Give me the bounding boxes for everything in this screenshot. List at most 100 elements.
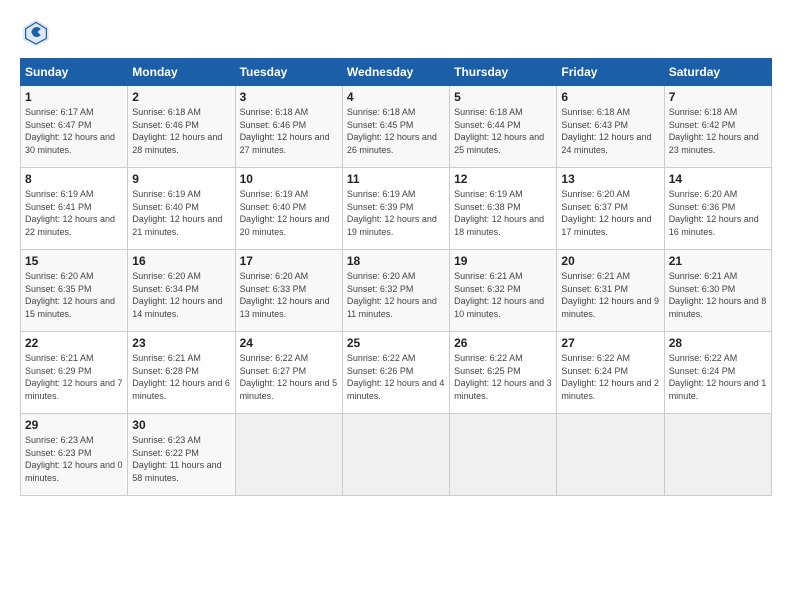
calendar-week-5: 29 Sunrise: 6:23 AMSunset: 6:23 PMDayligh…	[21, 414, 772, 496]
calendar-day: 17 Sunrise: 6:20 AMSunset: 6:33 PMDayligh…	[235, 250, 342, 332]
calendar-day	[664, 414, 771, 496]
day-number: 3	[240, 90, 338, 104]
calendar-day: 22 Sunrise: 6:21 AMSunset: 6:29 PMDayligh…	[21, 332, 128, 414]
day-number: 27	[561, 336, 659, 350]
day-number: 30	[132, 418, 230, 432]
day-detail: Sunrise: 6:18 AMSunset: 6:44 PMDaylight:…	[454, 106, 552, 156]
weekday-wednesday: Wednesday	[342, 59, 449, 86]
calendar-day	[450, 414, 557, 496]
day-number: 21	[669, 254, 767, 268]
day-number: 24	[240, 336, 338, 350]
day-detail: Sunrise: 6:21 AMSunset: 6:32 PMDaylight:…	[454, 270, 552, 320]
day-detail: Sunrise: 6:22 AMSunset: 6:24 PMDaylight:…	[561, 352, 659, 402]
calendar-day: 13 Sunrise: 6:20 AMSunset: 6:37 PMDayligh…	[557, 168, 664, 250]
calendar-day: 18 Sunrise: 6:20 AMSunset: 6:32 PMDayligh…	[342, 250, 449, 332]
day-number: 13	[561, 172, 659, 186]
day-detail: Sunrise: 6:20 AMSunset: 6:34 PMDaylight:…	[132, 270, 230, 320]
day-detail: Sunrise: 6:22 AMSunset: 6:26 PMDaylight:…	[347, 352, 445, 402]
day-detail: Sunrise: 6:19 AMSunset: 6:40 PMDaylight:…	[240, 188, 338, 238]
weekday-tuesday: Tuesday	[235, 59, 342, 86]
day-number: 20	[561, 254, 659, 268]
day-number: 6	[561, 90, 659, 104]
calendar-day: 10Sunrise: 6:19 AMSunset: 6:40 PMDayligh…	[235, 168, 342, 250]
day-number: 26	[454, 336, 552, 350]
calendar-day	[342, 414, 449, 496]
calendar-day: 26 Sunrise: 6:22 AMSunset: 6:25 PMDayligh…	[450, 332, 557, 414]
calendar: SundayMondayTuesdayWednesdayThursdayFrid…	[20, 58, 772, 496]
day-number: 4	[347, 90, 445, 104]
calendar-week-2: 8 Sunrise: 6:19 AMSunset: 6:41 PMDaylight…	[21, 168, 772, 250]
day-detail: Sunrise: 6:21 AMSunset: 6:29 PMDaylight:…	[25, 352, 123, 402]
calendar-day: 25 Sunrise: 6:22 AMSunset: 6:26 PMDayligh…	[342, 332, 449, 414]
day-detail: Sunrise: 6:21 AMSunset: 6:30 PMDaylight:…	[669, 270, 767, 320]
day-number: 25	[347, 336, 445, 350]
day-detail: Sunrise: 6:18 AMSunset: 6:46 PMDaylight:…	[132, 106, 230, 156]
calendar-day: 3Sunrise: 6:18 AMSunset: 6:46 PMDaylight…	[235, 86, 342, 168]
calendar-day: 16Sunrise: 6:20 AMSunset: 6:34 PMDayligh…	[128, 250, 235, 332]
day-number: 7	[669, 90, 767, 104]
day-detail: Sunrise: 6:20 AMSunset: 6:35 PMDaylight:…	[25, 270, 123, 320]
calendar-day: 27 Sunrise: 6:22 AMSunset: 6:24 PMDayligh…	[557, 332, 664, 414]
day-detail: Sunrise: 6:17 AMSunset: 6:47 PMDaylight:…	[25, 106, 123, 156]
day-number: 22	[25, 336, 123, 350]
calendar-day: 1 Sunrise: 6:17 AMSunset: 6:47 PMDaylight…	[21, 86, 128, 168]
day-detail: Sunrise: 6:23 AMSunset: 6:22 PMDaylight:…	[132, 434, 230, 484]
day-number: 11	[347, 172, 445, 186]
calendar-day: 9 Sunrise: 6:19 AMSunset: 6:40 PMDaylight…	[128, 168, 235, 250]
day-number: 12	[454, 172, 552, 186]
calendar-header: SundayMondayTuesdayWednesdayThursdayFrid…	[21, 59, 772, 86]
calendar-day: 12Sunrise: 6:19 AMSunset: 6:38 PMDayligh…	[450, 168, 557, 250]
day-number: 15	[25, 254, 123, 268]
day-detail: Sunrise: 6:22 AMSunset: 6:27 PMDaylight:…	[240, 352, 338, 402]
generalblue-logo-icon	[20, 16, 52, 48]
day-number: 14	[669, 172, 767, 186]
day-number: 18	[347, 254, 445, 268]
weekday-thursday: Thursday	[450, 59, 557, 86]
calendar-day: 30 Sunrise: 6:23 AMSunset: 6:22 PMDayligh…	[128, 414, 235, 496]
calendar-day: 11 Sunrise: 6:19 AMSunset: 6:39 PMDayligh…	[342, 168, 449, 250]
day-detail: Sunrise: 6:22 AMSunset: 6:25 PMDaylight:…	[454, 352, 552, 402]
calendar-day: 7Sunrise: 6:18 AMSunset: 6:42 PMDaylight…	[664, 86, 771, 168]
calendar-week-4: 22 Sunrise: 6:21 AMSunset: 6:29 PMDayligh…	[21, 332, 772, 414]
calendar-day: 20Sunrise: 6:21 AMSunset: 6:31 PMDayligh…	[557, 250, 664, 332]
day-number: 17	[240, 254, 338, 268]
calendar-day: 15 Sunrise: 6:20 AMSunset: 6:35 PMDayligh…	[21, 250, 128, 332]
calendar-day: 14 Sunrise: 6:20 AMSunset: 6:36 PMDayligh…	[664, 168, 771, 250]
day-detail: Sunrise: 6:22 AMSunset: 6:24 PMDaylight:…	[669, 352, 767, 402]
calendar-day: 19 Sunrise: 6:21 AMSunset: 6:32 PMDayligh…	[450, 250, 557, 332]
calendar-day: 8 Sunrise: 6:19 AMSunset: 6:41 PMDaylight…	[21, 168, 128, 250]
calendar-day	[235, 414, 342, 496]
day-detail: Sunrise: 6:20 AMSunset: 6:33 PMDaylight:…	[240, 270, 338, 320]
calendar-day: 23Sunrise: 6:21 AMSunset: 6:28 PMDayligh…	[128, 332, 235, 414]
day-number: 28	[669, 336, 767, 350]
calendar-day	[557, 414, 664, 496]
page: SundayMondayTuesdayWednesdayThursdayFrid…	[0, 0, 792, 612]
calendar-day: 29 Sunrise: 6:23 AMSunset: 6:23 PMDayligh…	[21, 414, 128, 496]
day-detail: Sunrise: 6:20 AMSunset: 6:36 PMDaylight:…	[669, 188, 767, 238]
day-detail: Sunrise: 6:19 AMSunset: 6:40 PMDaylight:…	[132, 188, 230, 238]
day-detail: Sunrise: 6:18 AMSunset: 6:45 PMDaylight:…	[347, 106, 445, 156]
day-detail: Sunrise: 6:20 AMSunset: 6:37 PMDaylight:…	[561, 188, 659, 238]
header	[20, 16, 772, 48]
day-number: 2	[132, 90, 230, 104]
day-number: 1	[25, 90, 123, 104]
day-detail: Sunrise: 6:23 AMSunset: 6:23 PMDaylight:…	[25, 434, 123, 484]
weekday-sunday: Sunday	[21, 59, 128, 86]
day-detail: Sunrise: 6:19 AMSunset: 6:41 PMDaylight:…	[25, 188, 123, 238]
calendar-day: 24 Sunrise: 6:22 AMSunset: 6:27 PMDayligh…	[235, 332, 342, 414]
day-number: 19	[454, 254, 552, 268]
calendar-day: 28 Sunrise: 6:22 AMSunset: 6:24 PMDayligh…	[664, 332, 771, 414]
calendar-week-3: 15 Sunrise: 6:20 AMSunset: 6:35 PMDayligh…	[21, 250, 772, 332]
calendar-day: 4 Sunrise: 6:18 AMSunset: 6:45 PMDaylight…	[342, 86, 449, 168]
day-detail: Sunrise: 6:21 AMSunset: 6:28 PMDaylight:…	[132, 352, 230, 402]
calendar-body: 1 Sunrise: 6:17 AMSunset: 6:47 PMDaylight…	[21, 86, 772, 496]
weekday-saturday: Saturday	[664, 59, 771, 86]
day-number: 8	[25, 172, 123, 186]
day-detail: Sunrise: 6:20 AMSunset: 6:32 PMDaylight:…	[347, 270, 445, 320]
day-detail: Sunrise: 6:19 AMSunset: 6:39 PMDaylight:…	[347, 188, 445, 238]
day-number: 29	[25, 418, 123, 432]
weekday-friday: Friday	[557, 59, 664, 86]
day-detail: Sunrise: 6:18 AMSunset: 6:43 PMDaylight:…	[561, 106, 659, 156]
weekday-monday: Monday	[128, 59, 235, 86]
day-number: 9	[132, 172, 230, 186]
